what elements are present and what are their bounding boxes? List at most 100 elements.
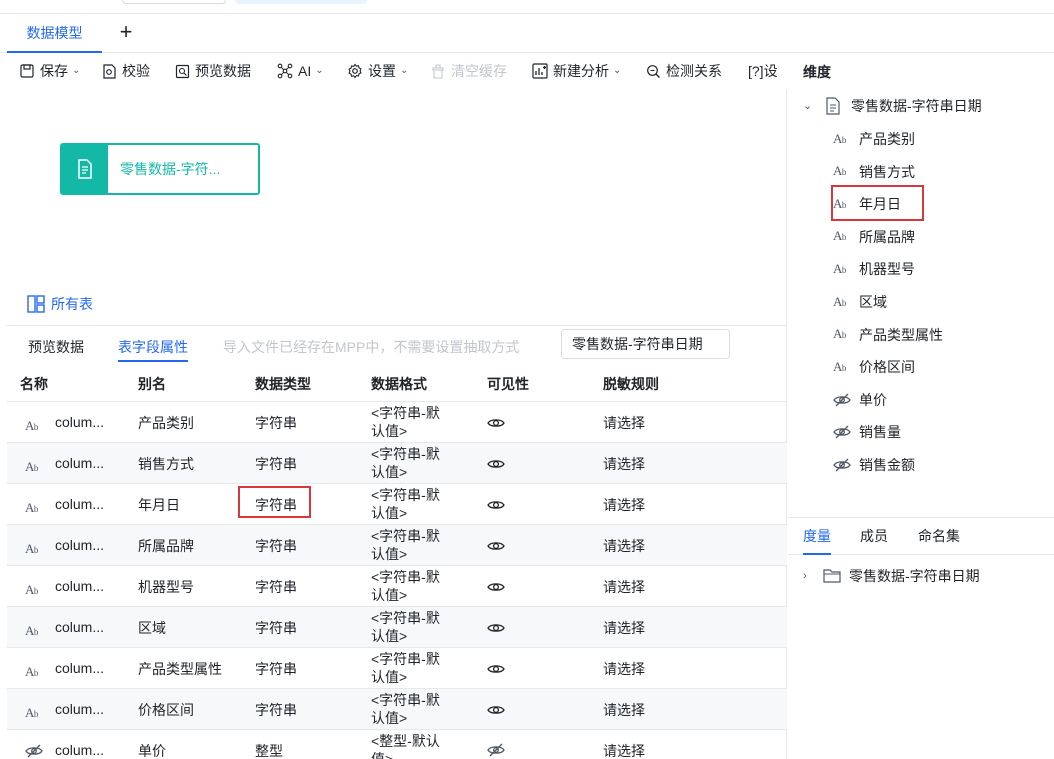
field-data-type[interactable]: 字符串 (255, 455, 297, 473)
masking-rule-select[interactable]: 请选择 (603, 496, 645, 514)
dimension-field[interactable]: Ab 价格区间 (833, 357, 915, 377)
table-row[interactable]: Ab colum... 销售方式 字符串 <字符串-默 认值> 请选择 (7, 443, 787, 484)
dimension-field[interactable]: 单价 (833, 390, 887, 410)
settings-button[interactable]: 设置 ⌄ (347, 60, 408, 82)
field-alias[interactable]: 产品类别 (138, 414, 194, 432)
dimension-field[interactable]: Ab 产品类别 (833, 129, 915, 149)
dimension-field[interactable]: 销售量 (833, 422, 901, 442)
clear-cache-button[interactable]: 清空缓存 (430, 60, 507, 82)
dimension-tree-root[interactable]: ⌄ 零售数据-字符串日期 (803, 96, 982, 116)
dimension-field[interactable]: Ab 销售方式 (833, 162, 915, 182)
masking-rule-select[interactable]: 请选择 (603, 537, 645, 555)
field-alias[interactable]: 所属品牌 (138, 537, 194, 555)
all-tables-label: 所有表 (51, 296, 93, 312)
chevron-right-icon[interactable]: › (803, 566, 817, 586)
add-tab-button[interactable]: + (116, 20, 136, 44)
table-row[interactable]: Ab colum... 产品类型属性 字符串 <字符串-默 认值> 请选择 (7, 648, 787, 689)
field-alias[interactable]: 销售方式 (138, 455, 194, 473)
field-data-type[interactable]: 字符串 (255, 619, 297, 637)
field-data-type[interactable]: 字符串 (255, 660, 297, 678)
format-line-2: 认值> (371, 587, 408, 603)
field-data-type[interactable]: 字符串 (255, 537, 297, 555)
field-alias[interactable]: 区域 (138, 619, 166, 637)
tab-preview-data[interactable]: 预览数据 (28, 336, 84, 362)
measure-tabs: 度量 成员 命名集 (788, 518, 1054, 555)
table-row[interactable]: Ab colum... 价格区间 字符串 <字符串-默 认值> 请选择 (7, 689, 787, 730)
dimension-field[interactable]: Ab 区域 (833, 292, 887, 312)
eye-icon[interactable] (487, 620, 507, 636)
top-tab-chip[interactable] (122, 0, 226, 4)
eye-icon[interactable] (487, 497, 507, 513)
preview-data-button[interactable]: 预览数据 (174, 60, 251, 82)
dimension-field[interactable]: 销售金额 (833, 455, 915, 475)
table-row[interactable]: Ab colum... 产品类别 字符串 <字符串-默 认值> 请选择 (7, 402, 787, 443)
masking-rule-select[interactable]: 请选择 (603, 455, 645, 473)
field-data-type[interactable]: 整型 (255, 742, 283, 759)
chevron-down-icon[interactable]: ⌄ (803, 96, 817, 116)
eye-off-icon (833, 424, 851, 440)
field-data-format[interactable]: <字符串-默 认值> (371, 568, 461, 604)
more-settings-button[interactable]: [?]设 (748, 60, 778, 82)
masking-rule-select[interactable]: 请选择 (603, 701, 645, 719)
masking-rule-select[interactable]: 请选择 (603, 578, 645, 596)
field-alias[interactable]: 价格区间 (138, 701, 194, 719)
tab-measure[interactable]: 度量 (803, 526, 831, 555)
tab-data-model[interactable]: 数据模型 (7, 14, 102, 53)
table-header: 名称 别名 数据类型 数据格式 可见性 脱敏规则 (7, 366, 787, 402)
table-row[interactable]: Ab colum... 所属品牌 字符串 <字符串-默 认值> 请选择 (7, 525, 787, 566)
masking-rule-select[interactable]: 请选择 (603, 619, 645, 637)
eye-icon[interactable] (487, 415, 507, 431)
text-type-icon: Ab (25, 541, 38, 556)
folder-icon (823, 568, 841, 584)
field-data-format[interactable]: <字符串-默 认值> (371, 486, 461, 522)
table-select[interactable]: 零售数据-字符串日期 (561, 329, 730, 359)
table-node[interactable]: 零售数据-字符... (60, 143, 260, 195)
eye-icon[interactable] (487, 456, 507, 472)
table-row[interactable]: Ab colum... 区域 字符串 <字符串-默 认值> 请选择 (7, 607, 787, 648)
eye-icon[interactable] (487, 702, 507, 718)
ai-button[interactable]: AI ⌄ (277, 60, 324, 82)
dimension-field[interactable]: Ab 所属品牌 (833, 227, 915, 247)
tab-member[interactable]: 成员 (860, 526, 888, 546)
masking-rule-select[interactable]: 请选择 (603, 742, 645, 759)
eye-icon[interactable] (487, 661, 507, 677)
save-button[interactable]: 保存 ⌄ (19, 60, 80, 82)
eye-icon[interactable] (487, 538, 507, 554)
new-analysis-button[interactable]: 新建分析 ⌄ (532, 60, 621, 82)
field-data-type[interactable]: 字符串 (255, 414, 297, 432)
all-tables-button[interactable]: 所有表 (27, 294, 93, 314)
field-data-format[interactable]: <字符串-默 认值> (371, 527, 461, 563)
tab-named-set[interactable]: 命名集 (918, 526, 960, 546)
dimension-field[interactable]: Ab 产品类型属性 (833, 325, 943, 345)
validate-button[interactable]: 校验 (101, 60, 150, 82)
field-alias[interactable]: 产品类型属性 (138, 660, 222, 678)
field-data-format[interactable]: <字符串-默 认值> (371, 650, 461, 686)
field-alias[interactable]: 机器型号 (138, 578, 194, 596)
field-data-format[interactable]: <字符串-默 认值> (371, 445, 461, 481)
model-canvas[interactable]: 零售数据-字符... 所有表 (7, 89, 787, 325)
eye-off-icon[interactable] (487, 743, 507, 759)
field-data-type[interactable]: 字符串 (255, 578, 297, 596)
field-table-body: Ab colum... 产品类别 字符串 <字符串-默 认值> 请选择 Ab colum... 销… (7, 402, 787, 759)
field-data-format[interactable]: <整型-默认 值> (371, 732, 461, 759)
table-row[interactable]: Ab colum... 年月日 字符串 <字符串-默 认值> 请选择 (7, 484, 787, 525)
table-row[interactable]: colum... 单价 整型 <整型-默认 值> 请选择 (7, 730, 787, 759)
format-line-2: 认值> (371, 423, 408, 439)
field-data-type[interactable]: 字符串 (255, 701, 297, 719)
format-line-2: 认值> (371, 669, 408, 685)
field-alias[interactable]: 单价 (138, 742, 166, 759)
tab-field-properties[interactable]: 表字段属性 (118, 336, 188, 362)
detect-relation-button[interactable]: 检测关系 (645, 60, 722, 82)
top-tab-chip-active[interactable] (235, 0, 367, 4)
field-alias[interactable]: 年月日 (138, 496, 180, 514)
field-data-format[interactable]: <字符串-默 认值> (371, 691, 461, 727)
eye-icon[interactable] (487, 579, 507, 595)
masking-rule-select[interactable]: 请选择 (603, 414, 645, 432)
table-row[interactable]: Ab colum... 机器型号 字符串 <字符串-默 认值> 请选择 (7, 566, 787, 607)
field-data-format[interactable]: <字符串-默 认值> (371, 404, 461, 440)
masking-rule-select[interactable]: 请选择 (603, 660, 645, 678)
field-data-format[interactable]: <字符串-默 认值> (371, 609, 461, 645)
measure-tree-root[interactable]: › 零售数据-字符串日期 (803, 566, 980, 586)
search-relation-icon (645, 63, 661, 79)
dimension-field[interactable]: Ab 机器型号 (833, 259, 915, 279)
